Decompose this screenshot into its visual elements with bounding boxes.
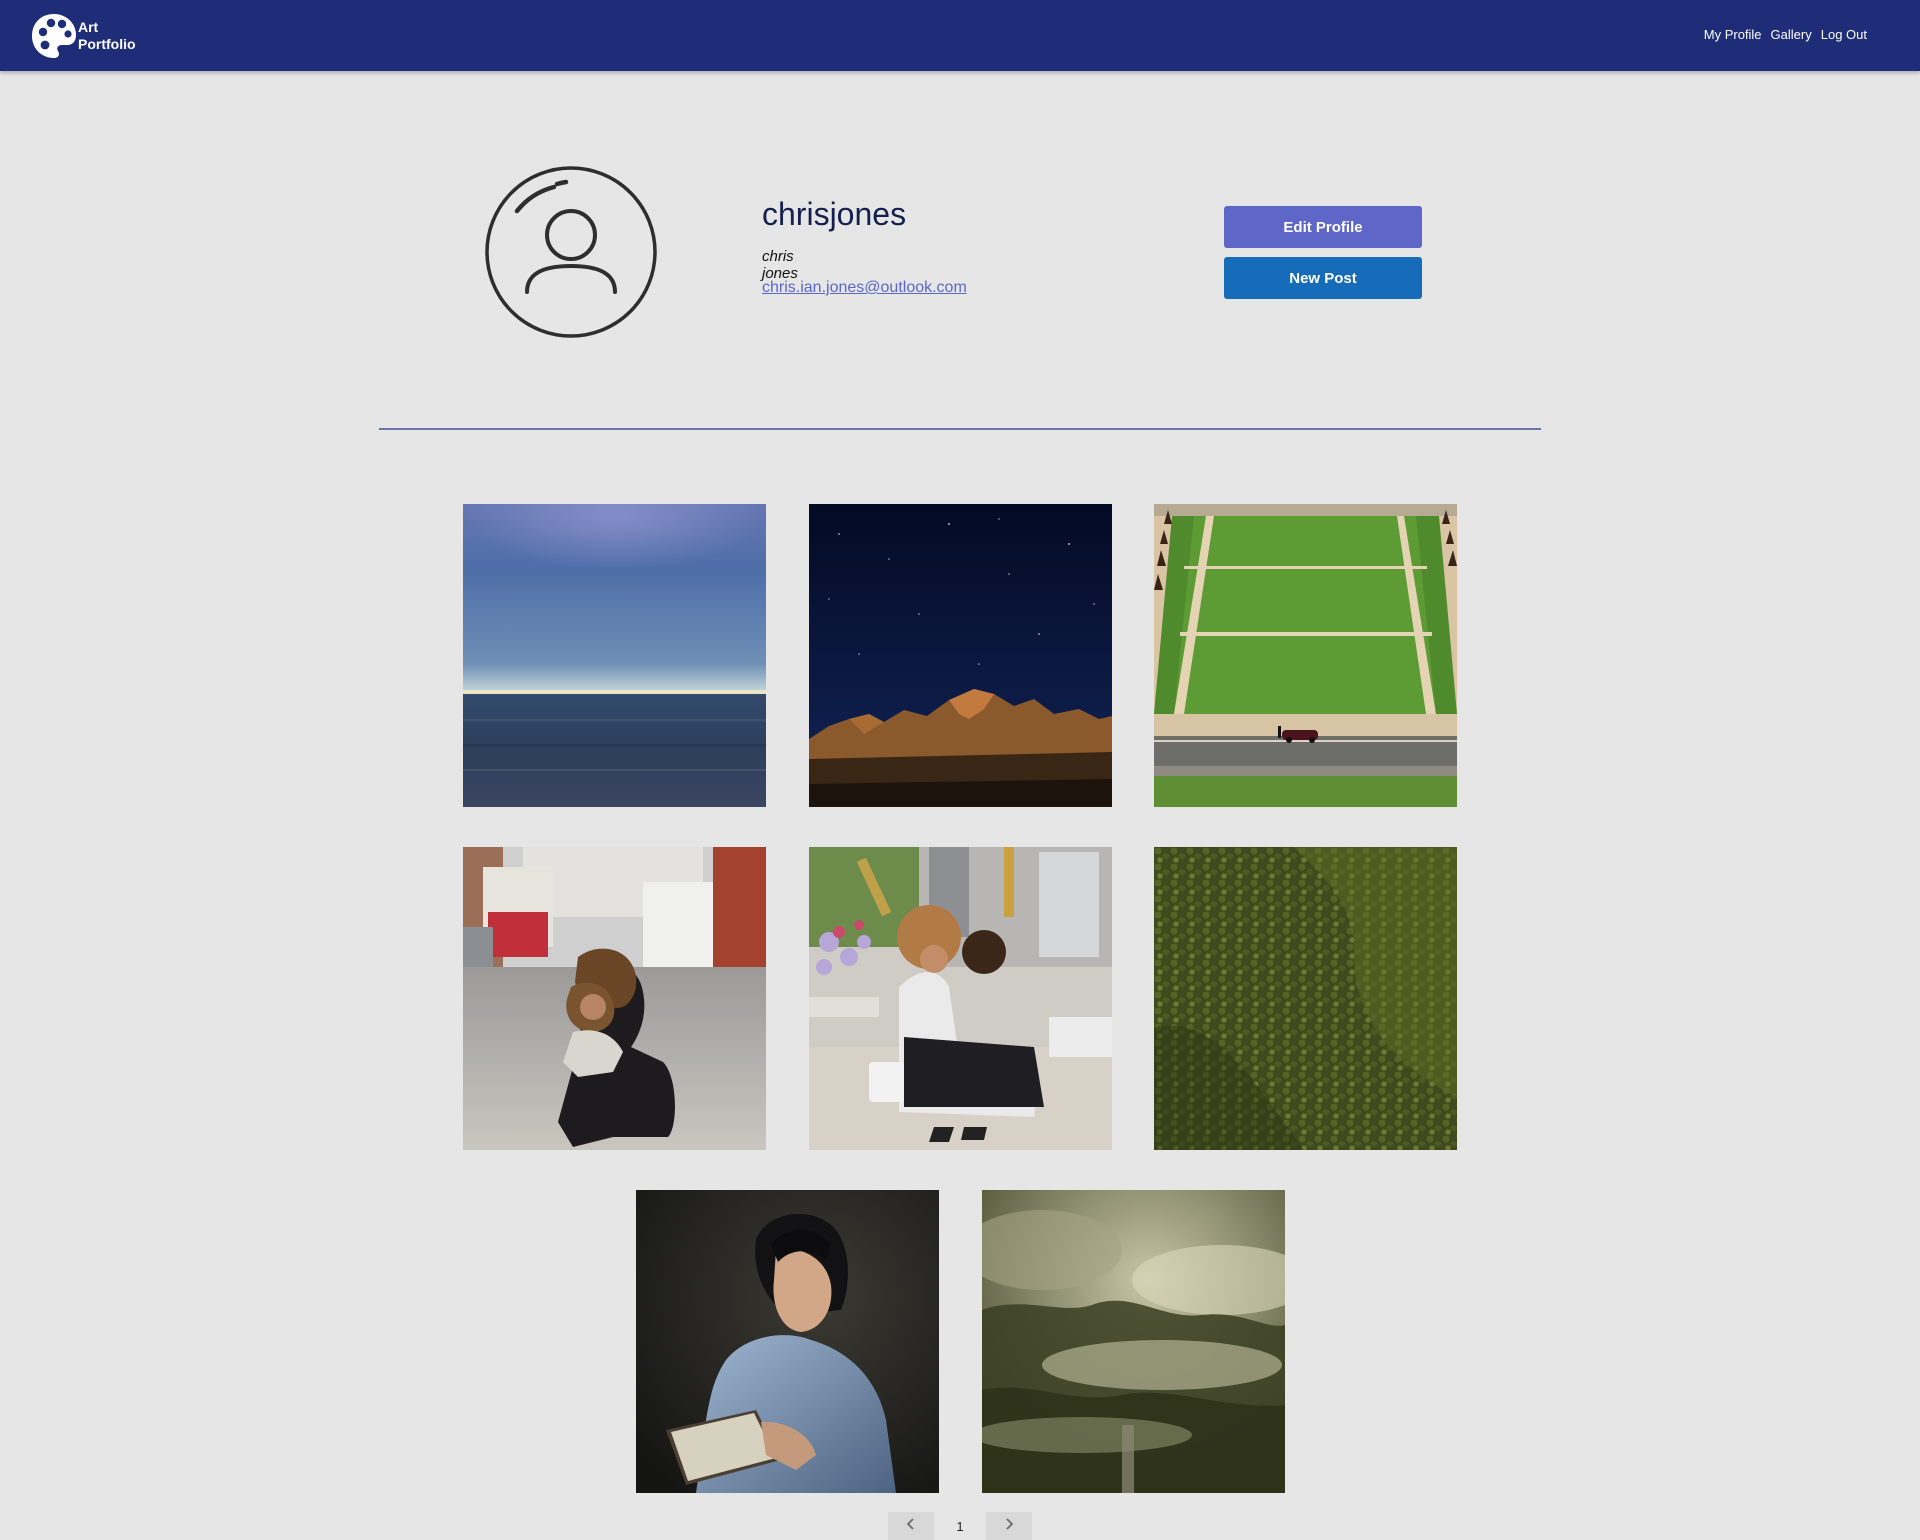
nav-log-out[interactable]: Log Out (1821, 27, 1867, 42)
gallery-image-mother-child-street[interactable] (463, 847, 766, 1150)
edit-profile-button[interactable]: Edit Profile (1224, 206, 1422, 248)
pagination: 1 (888, 1512, 1032, 1540)
gallery-image-forest-aerial[interactable] (1154, 847, 1457, 1150)
nav-gallery[interactable]: Gallery (1771, 27, 1812, 42)
new-post-button[interactable]: New Post (1224, 257, 1422, 299)
gallery-image-night-sky-mountains[interactable] (809, 504, 1112, 807)
top-nav: My Profile Gallery Log Out (1704, 27, 1867, 42)
user-avatar-icon (484, 165, 658, 339)
brand-line-1: Art (78, 19, 99, 35)
navbar: Art Portfolio My Profile Gallery Log Out (0, 0, 1920, 71)
chevron-right-icon (1004, 1517, 1014, 1535)
nav-my-profile[interactable]: My Profile (1704, 27, 1762, 42)
brand[interactable]: Art Portfolio (30, 12, 136, 60)
profile-full-name: chris jones (762, 248, 798, 282)
current-page-number: 1 (956, 1518, 964, 1534)
brand-line-2: Portfolio (78, 36, 136, 52)
section-divider (379, 428, 1541, 430)
palette-icon (30, 12, 78, 60)
profile-email-link[interactable]: chris.ian.jones@outlook.com (762, 279, 967, 297)
gallery-image-mother-daughter-flowers[interactable] (809, 847, 1112, 1150)
gallery-image-green-field-aerial[interactable] (1154, 504, 1457, 807)
brand-name: Art Portfolio (78, 19, 136, 53)
chevron-left-icon (906, 1517, 916, 1535)
gallery-image-ocean-horizon[interactable] (463, 504, 766, 807)
previous-page-button[interactable] (888, 1512, 934, 1540)
profile-username: chrisjones (762, 196, 907, 232)
gallery-image-woman-reading[interactable] (636, 1190, 939, 1493)
gallery-image-misty-forest[interactable] (982, 1190, 1285, 1493)
next-page-button[interactable] (986, 1512, 1032, 1540)
